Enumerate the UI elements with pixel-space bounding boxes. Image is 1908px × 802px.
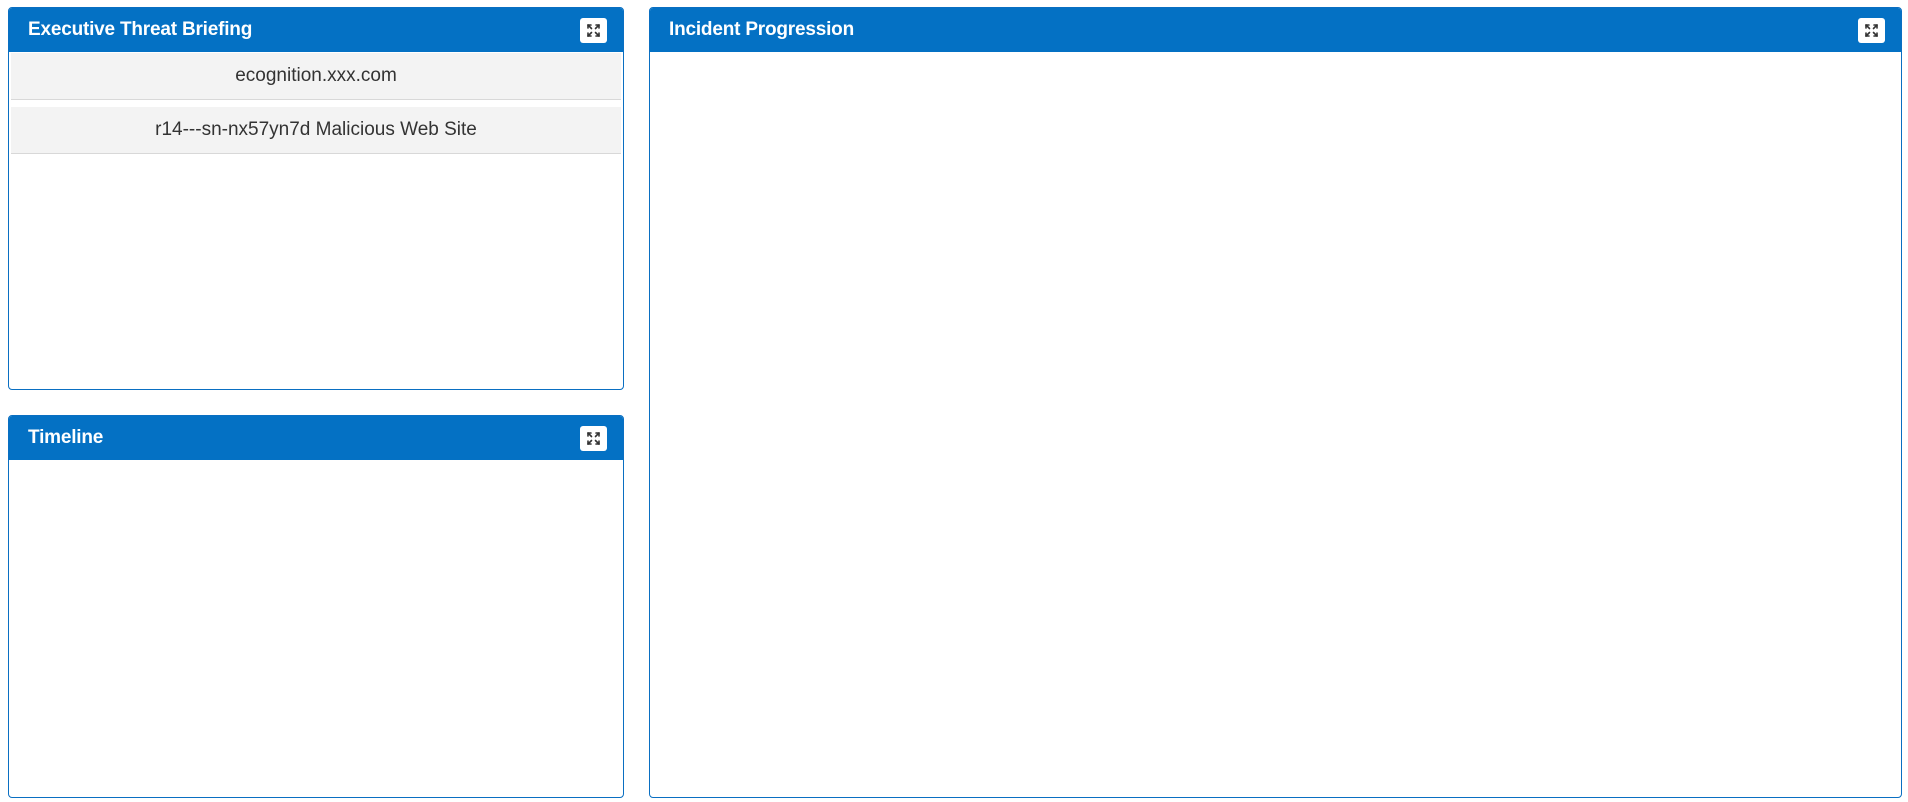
expand-button[interactable] xyxy=(580,17,607,43)
panel-header: Incident Progression xyxy=(650,8,1901,52)
panel-header: Timeline xyxy=(9,416,623,460)
panel-title: Incident Progression xyxy=(669,19,854,40)
executive-threat-briefing-panel: Executive Threat Briefing ecognition.xxx… xyxy=(8,7,624,390)
dashboard: Executive Threat Briefing ecognition.xxx… xyxy=(0,0,1908,802)
expand-button[interactable] xyxy=(580,425,607,451)
panel-title: Executive Threat Briefing xyxy=(28,19,253,40)
panel-header: Executive Threat Briefing xyxy=(9,8,623,52)
timeline-panel: Timeline xyxy=(8,415,624,798)
expand-button[interactable] xyxy=(1858,17,1885,43)
expand-icon xyxy=(587,23,600,37)
panel-title: Timeline xyxy=(28,427,104,448)
briefing-list: ecognition.xxx.com r14---sn-nx57yn7d Mal… xyxy=(9,52,623,154)
briefing-item[interactable]: r14---sn-nx57yn7d Malicious Web Site xyxy=(11,107,621,154)
briefing-item[interactable]: ecognition.xxx.com xyxy=(11,53,621,100)
expand-icon xyxy=(587,431,600,445)
expand-icon xyxy=(1865,23,1878,37)
incident-progression-panel: Incident Progression xyxy=(649,7,1902,798)
